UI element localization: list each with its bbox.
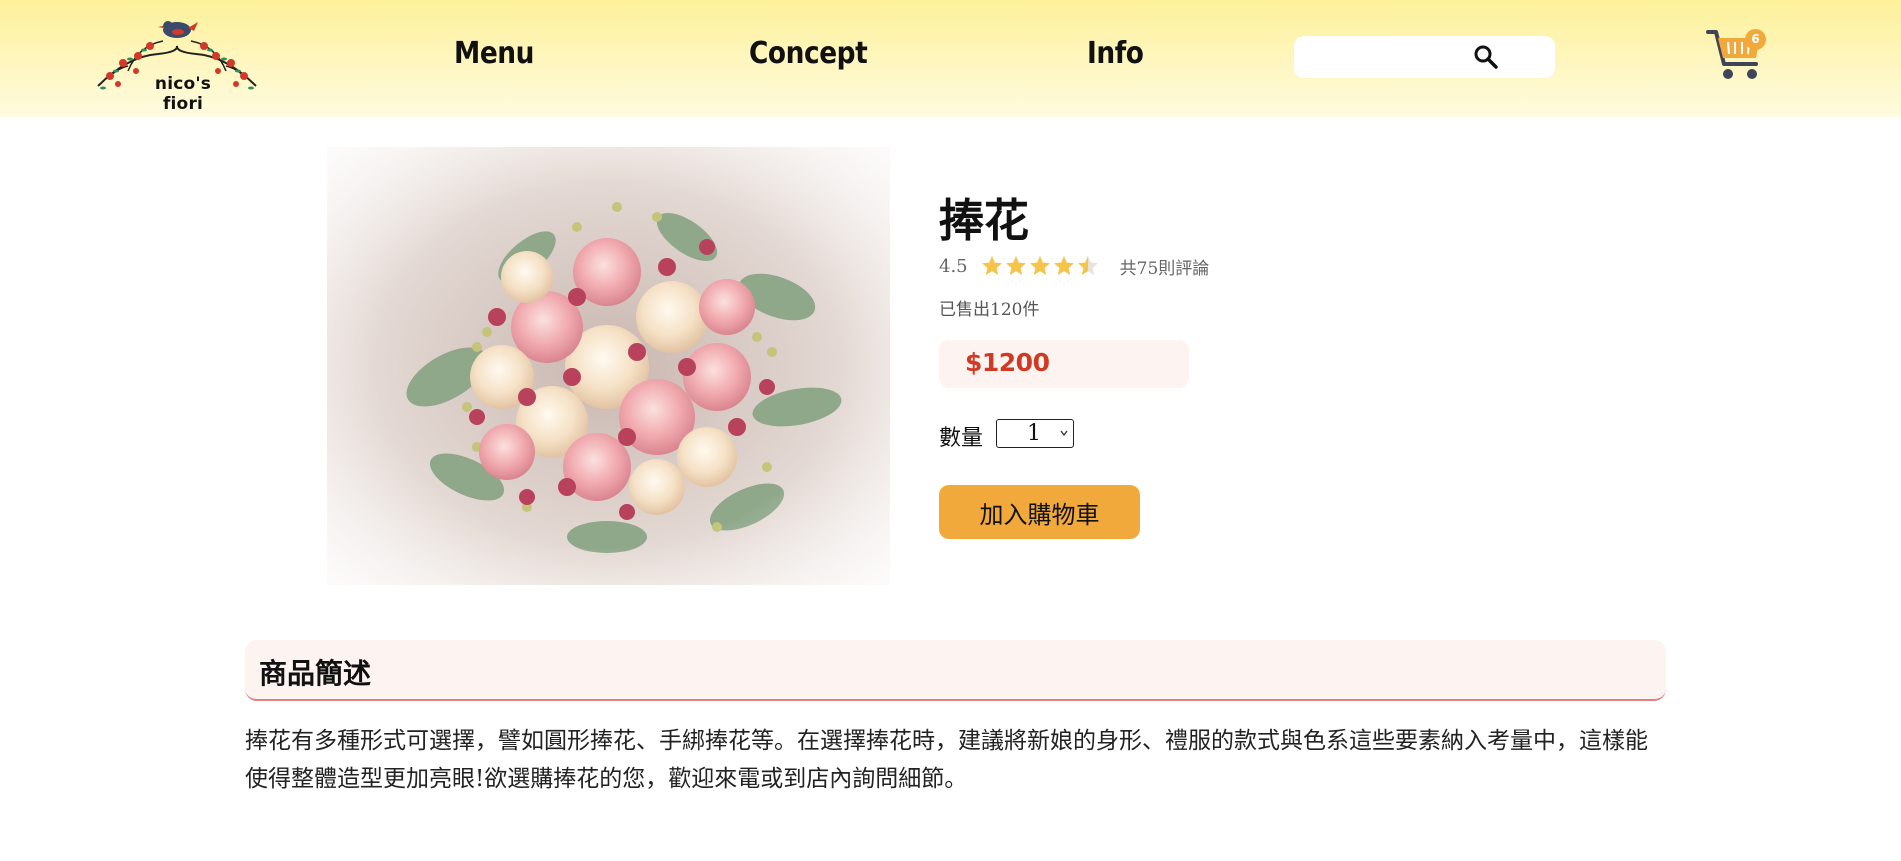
star-icon: [1077, 256, 1098, 275]
price-box: $1200: [939, 340, 1189, 388]
site-header: nico's fiori Menu Concept Info 6: [0, 0, 1901, 117]
price: $1200: [965, 348, 1050, 377]
review-count[interactable]: 共75則評論: [1120, 254, 1210, 279]
cart-count-badge: 6: [1745, 29, 1766, 50]
logo-text[interactable]: nico's fiori: [133, 74, 233, 114]
product-title: 捧花: [939, 194, 1030, 247]
nav-concept-link[interactable]: Concept: [749, 36, 868, 76]
rating-row: 4.5 共75則評論: [939, 252, 1209, 280]
star-icon: [981, 256, 1002, 275]
description-header: 商品簡述: [245, 640, 1666, 701]
rating-stars: [980, 254, 1100, 278]
star-icon: [1053, 256, 1074, 275]
rating-value: 4.5: [939, 255, 968, 277]
add-to-cart-button[interactable]: 加入購物車: [939, 485, 1140, 539]
search-box: [1294, 36, 1555, 78]
quantity-select[interactable]: 1: [996, 419, 1074, 448]
product-image-bouquet: [327, 147, 890, 585]
nav-info-link[interactable]: Info: [1087, 36, 1144, 76]
nav-menu-link[interactable]: Menu: [454, 36, 534, 76]
chevron-down-icon: [1060, 430, 1068, 437]
description-text: 捧花有多種形式可選擇，譬如圓形捧花、手綁捧花等。在選擇捧花時，建議將新娘的身形、…: [245, 728, 1648, 792]
quantity-value: 1: [1027, 421, 1041, 446]
description-title: 商品簡述: [259, 657, 372, 690]
sold-count: 已售出120件: [939, 300, 1040, 320]
star-icon: [1005, 256, 1026, 275]
quantity-label: 數量: [939, 426, 984, 451]
star-icon: [1029, 256, 1050, 275]
search-icon[interactable]: [1473, 44, 1499, 70]
